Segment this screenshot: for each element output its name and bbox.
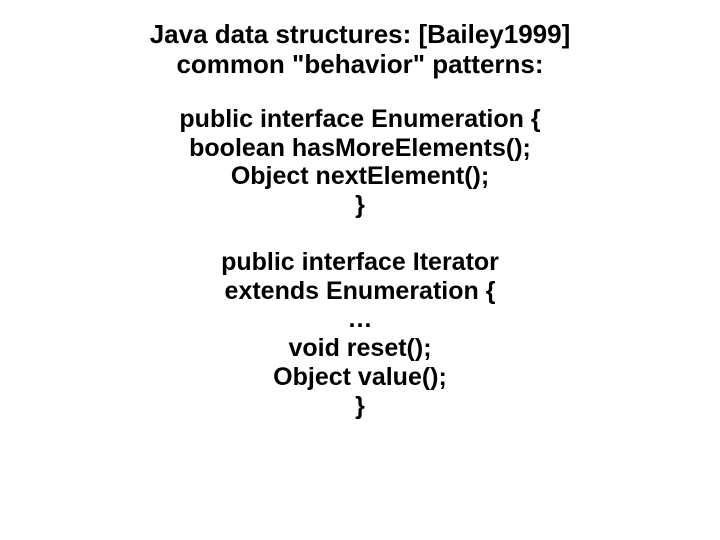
code-line: boolean hasMoreElements(); [40,134,680,163]
header-line1: Java data structures: [Bailey1999] [40,20,680,50]
code-line: public interface Enumeration { [40,105,680,134]
code-line: } [40,191,680,220]
code-line: void reset(); [40,334,680,363]
slide-header: Java data structures: [Bailey1999] commo… [40,20,680,80]
code-block-enumeration: public interface Enumeration { boolean h… [40,105,680,220]
code-line: Object nextElement(); [40,162,680,191]
code-line: Object value(); [40,363,680,392]
code-block-iterator: public interface Iterator extends Enumer… [40,248,680,421]
code-line: } [40,392,680,421]
slide-content: Java data structures: [Bailey1999] commo… [0,0,720,440]
code-line: … [40,305,680,334]
header-line2: common "behavior" patterns: [40,50,680,80]
code-line: public interface Iterator [40,248,680,277]
code-line: extends Enumeration { [40,277,680,306]
